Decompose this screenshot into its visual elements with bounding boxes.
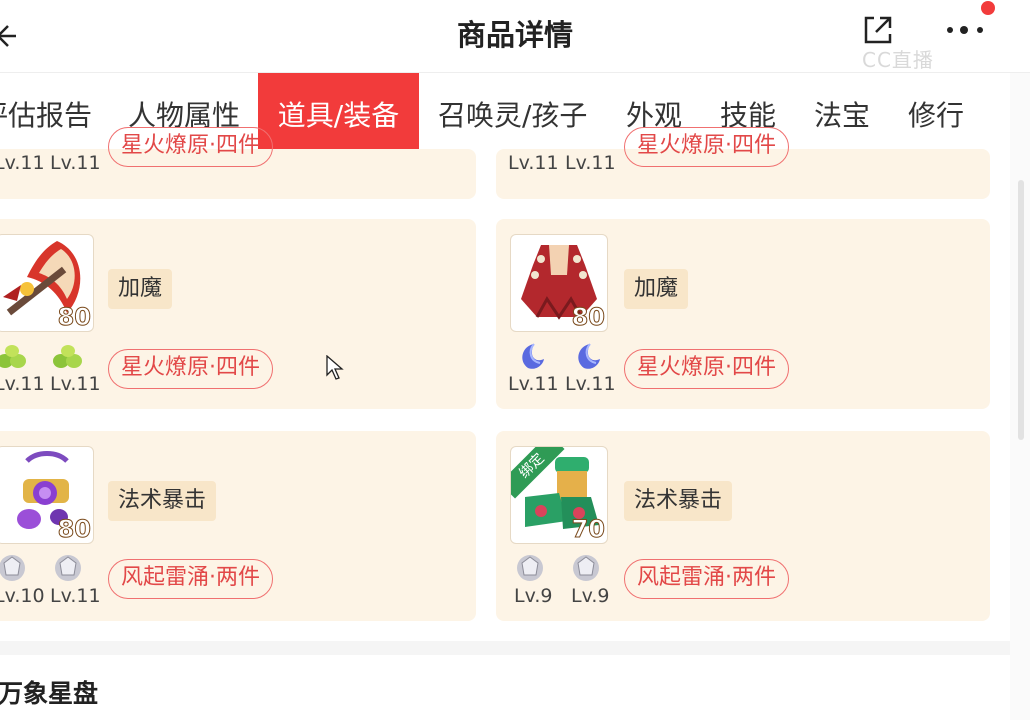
item-level-badge: 80 — [571, 303, 605, 332]
green-gem-icon — [0, 345, 26, 368]
equipment-card[interactable]: 80 加魔 Lv.11 Lv.11 星火燎原·四件 — [496, 219, 990, 409]
mouse-cursor-icon — [326, 355, 344, 380]
equipment-card[interactable]: 80 加魔 Lv.11 Lv.11 星火燎原·四件 — [0, 219, 476, 409]
more-options-icon[interactable] — [944, 18, 988, 42]
tab-treasure[interactable]: 法宝 — [814, 73, 870, 159]
set-bonus-tag: 风起雷涌·两件 — [624, 559, 789, 599]
equipment-icon-box: 80 — [0, 234, 94, 332]
set-bonus-tag: 星火燎原·四件 — [624, 127, 789, 167]
tab-items-equipment[interactable]: 道具/装备 — [258, 73, 419, 159]
equipment-card-partial-right[interactable]: Lv.11 Lv.11 星火燎原·四件 — [496, 127, 990, 199]
special-effect-tag: 加魔 — [624, 269, 689, 309]
item-level-badge: 70 — [571, 515, 605, 544]
equipment-card[interactable]: 80 法术暴击 Lv.10 Lv.11 风起雷涌·两件 — [0, 431, 476, 621]
share-icon[interactable] — [860, 12, 896, 48]
gem-level: Lv.11 — [50, 152, 101, 174]
silver-gem-icon — [517, 555, 543, 581]
star-disk-section — [0, 655, 1010, 720]
section-divider — [0, 641, 1010, 655]
gem-level: Lv.11 — [565, 152, 616, 174]
equipment-icon-box: 绑定 70 — [510, 446, 608, 544]
moon-gem-icon — [578, 343, 600, 369]
moon-gem-icon — [522, 343, 544, 369]
watermark-logo: CC直播 — [862, 48, 934, 72]
equipment-icon-box: 80 — [510, 234, 608, 332]
set-bonus-tag: 风起雷涌·两件 — [108, 559, 273, 599]
silver-gem-icon — [573, 555, 599, 581]
notification-dot — [981, 1, 995, 15]
special-effect-tag: 法术暴击 — [108, 481, 217, 521]
tab-summon-children[interactable]: 召唤灵/孩子 — [438, 73, 587, 159]
tab-evaluation-report[interactable]: 评估报告 — [0, 73, 92, 159]
tab-cultivation[interactable]: 修行 — [908, 73, 964, 159]
top-bar: 商品详情 CC直播 — [0, 0, 1030, 73]
set-bonus-tag: 星火燎原·四件 — [624, 349, 789, 389]
gem-level: Lv.11 — [0, 152, 45, 174]
item-level-badge: 80 — [57, 515, 91, 544]
special-effect-tag: 法术暴击 — [624, 481, 733, 521]
item-level-badge: 80 — [57, 303, 91, 332]
equipment-card-partial-left[interactable]: Lv.11 Lv.11 星火燎原·四件 — [0, 127, 476, 199]
equipment-panel: Lv.11 Lv.11 星火燎原·四件 Lv.11 Lv.11 星火燎原·四件 … — [0, 127, 1010, 641]
gem-level: Lv.11 — [0, 373, 45, 395]
equipment-card[interactable]: 绑定 70 法术暴击 Lv.9 Lv.9 风起雷涌·两件 — [496, 431, 990, 621]
gem-level: Lv.11 — [50, 585, 101, 607]
gem-level: Lv.11 — [50, 373, 101, 395]
gem-level: Lv.9 — [571, 585, 610, 607]
set-bonus-tag: 星火燎原·四件 — [108, 127, 273, 167]
green-gem-icon — [53, 345, 82, 368]
gem-level: Lv.11 — [508, 152, 559, 174]
section-title: 万象星盘 — [0, 679, 99, 708]
gem-level: Lv.10 — [0, 585, 45, 607]
silver-gem-icon — [55, 555, 81, 581]
equipment-icon-box: 80 — [0, 446, 94, 544]
silver-gem-icon — [0, 555, 25, 581]
set-bonus-tag: 星火燎原·四件 — [108, 349, 273, 389]
special-effect-tag: 加魔 — [108, 269, 173, 309]
gem-level: Lv.11 — [565, 373, 616, 395]
scrollbar-thumb[interactable] — [1018, 180, 1024, 440]
gem-level: Lv.11 — [508, 373, 559, 395]
gem-level: Lv.9 — [514, 585, 553, 607]
